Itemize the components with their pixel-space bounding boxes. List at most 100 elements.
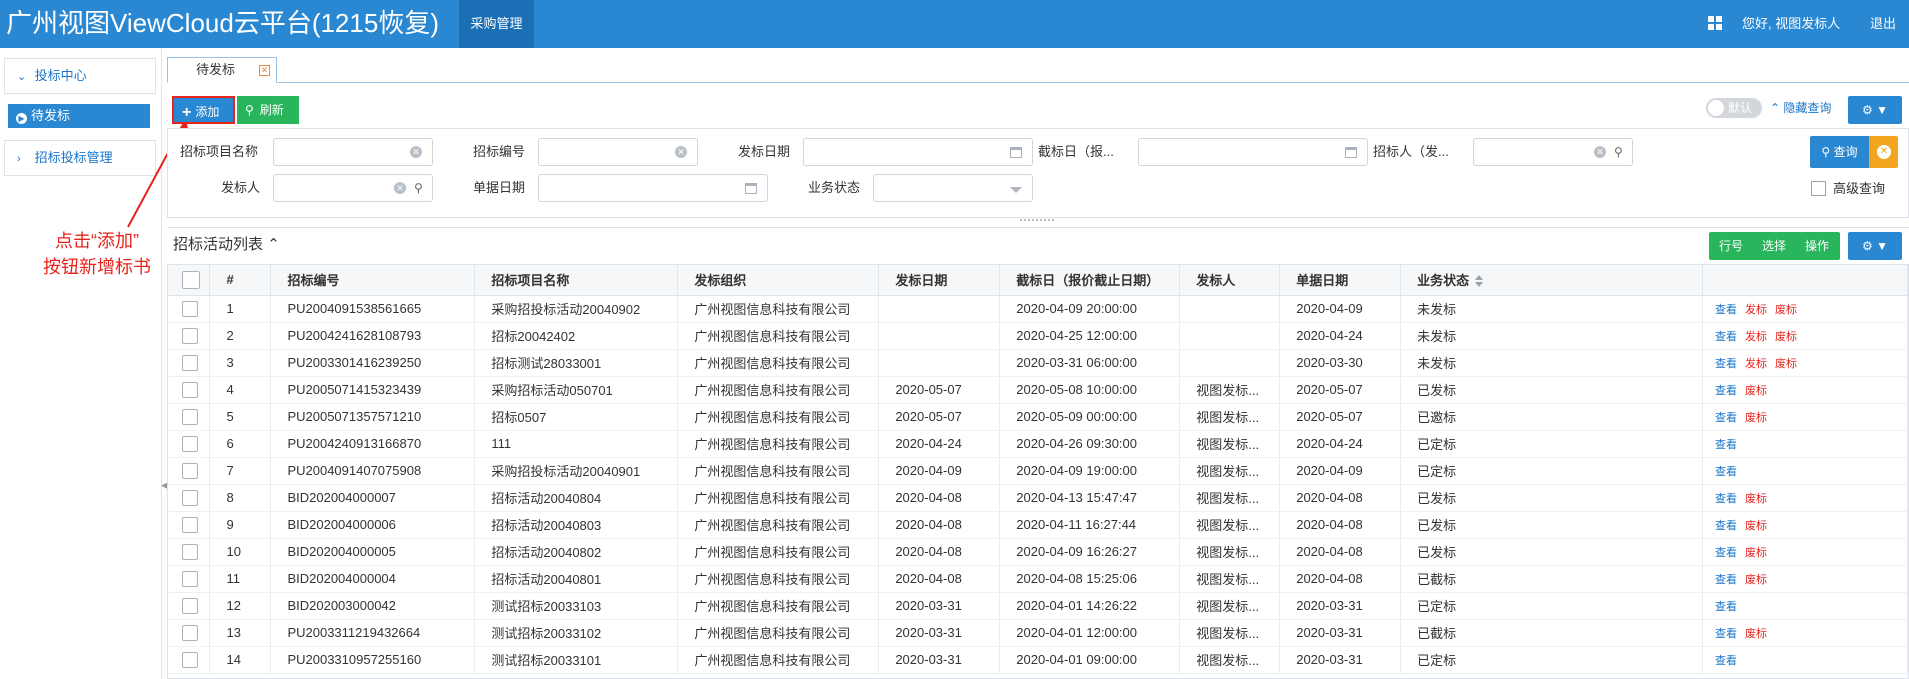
row-checkbox[interactable]: [182, 354, 198, 371]
row-checkbox-cell[interactable]: [168, 349, 211, 377]
calendar-icon[interactable]: [1345, 147, 1357, 158]
column-header-code[interactable]: 招标编号: [270, 265, 476, 296]
hide-query-link[interactable]: ⌃ 隐藏查询: [1770, 98, 1831, 118]
doc-date-picker[interactable]: [538, 174, 768, 202]
abolish-link[interactable]: 废标: [1745, 547, 1767, 559]
view-link[interactable]: 查看: [1715, 439, 1737, 451]
biz-status-select[interactable]: [873, 174, 1033, 202]
row-checkbox[interactable]: [182, 543, 198, 560]
row-checkbox[interactable]: [182, 327, 198, 344]
row-checkbox[interactable]: [182, 435, 198, 452]
view-link[interactable]: 查看: [1715, 385, 1737, 397]
view-link[interactable]: 查看: [1715, 493, 1737, 505]
clear-icon[interactable]: ✕: [394, 182, 406, 194]
column-header-deadline[interactable]: 截标日（报价截止日期）: [999, 265, 1181, 296]
row-checkbox-cell[interactable]: [168, 538, 211, 566]
table-row[interactable]: 6 PU2004240913166870 111 广州视图信息科技有限公司 2020-0…: [168, 430, 1908, 458]
panel-splitter[interactable]: [1020, 219, 1054, 224]
row-checkbox-cell[interactable]: [168, 484, 211, 512]
column-header-org[interactable]: 发标组织: [677, 265, 880, 296]
clear-icon[interactable]: ✕: [410, 146, 422, 158]
row-checkbox[interactable]: [182, 624, 198, 641]
row-checkbox[interactable]: [182, 462, 198, 479]
table-row[interactable]: 1 PU2004091538561665 采购招投标活动20040902 广州视图信息…: [168, 295, 1908, 323]
view-link[interactable]: 查看: [1715, 628, 1737, 640]
table-row[interactable]: 14 PU2003310957255160 测试招标20033101 广州视图信息科技…: [168, 646, 1908, 674]
column-header-doc-date[interactable]: 单据日期: [1279, 265, 1402, 296]
table-row[interactable]: 9 BID202004000006 招标活动20040803 广州视图信息科技有限公司…: [168, 511, 1908, 539]
table-row[interactable]: 8 BID202004000007 招标活动20040804 广州视图信息科技有限公司…: [168, 484, 1908, 512]
tab-pending-publish[interactable]: 待发标 ✕: [167, 57, 277, 83]
search-icon[interactable]: ⚲: [1614, 145, 1623, 159]
view-link[interactable]: 查看: [1715, 412, 1737, 424]
table-row[interactable]: 3 PU2003301416239250 招标测试28033001 广州视图信息科技有…: [168, 349, 1908, 377]
publish-link[interactable]: 发标: [1745, 358, 1767, 370]
row-checkbox-cell[interactable]: [168, 376, 211, 404]
operation-button[interactable]: 操作: [1805, 232, 1829, 260]
sort-icon[interactable]: [1475, 275, 1484, 288]
view-link[interactable]: 查看: [1715, 358, 1737, 370]
view-link[interactable]: 查看: [1715, 304, 1737, 316]
abolish-link[interactable]: 废标: [1745, 385, 1767, 397]
view-link[interactable]: 查看: [1715, 331, 1737, 343]
view-link[interactable]: 查看: [1715, 466, 1737, 478]
table-row[interactable]: 4 PU2005071415323439 采购招标活动050701 广州视图信息科技有…: [168, 376, 1908, 404]
sidebar-item-pending-publish[interactable]: ▶ 待发标: [8, 104, 150, 128]
project-name-input[interactable]: ✕: [273, 138, 433, 166]
row-checkbox-cell[interactable]: [168, 646, 211, 674]
search-icon[interactable]: ⚲: [414, 181, 423, 195]
view-link[interactable]: 查看: [1715, 655, 1737, 667]
row-checkbox[interactable]: [182, 408, 198, 425]
view-link[interactable]: 查看: [1715, 601, 1737, 613]
row-checkbox[interactable]: [182, 516, 198, 533]
sidebar-group-bid-management[interactable]: › 招标投标管理: [4, 140, 156, 176]
table-row[interactable]: 5 PU2005071357571210 招标0507 广州视图信息科技有限公司 202…: [168, 403, 1908, 431]
row-checkbox[interactable]: [182, 570, 198, 587]
clear-icon[interactable]: ✕: [1594, 146, 1606, 158]
row-checkbox-cell[interactable]: [168, 619, 211, 647]
publish-link[interactable]: 发标: [1745, 304, 1767, 316]
publish-link[interactable]: 发标: [1745, 331, 1767, 343]
settings-dropdown-button[interactable]: ⚙ ▼: [1848, 96, 1902, 124]
table-row[interactable]: 11 BID202004000004 招标活动20040801 广州视图信息科技有限公…: [168, 565, 1908, 593]
query-button[interactable]: ⚲ 查询: [1810, 136, 1869, 168]
apps-grid-icon[interactable]: [1708, 16, 1722, 30]
reset-button[interactable]: ✕: [1869, 136, 1898, 168]
default-view-toggle[interactable]: 默认: [1706, 98, 1762, 118]
add-button[interactable]: + 添加: [172, 96, 235, 124]
abolish-link[interactable]: 废标: [1745, 574, 1767, 586]
row-checkbox-cell[interactable]: [168, 565, 211, 593]
column-header-publisher[interactable]: 发标人: [1179, 265, 1281, 296]
row-checkbox[interactable]: [182, 489, 198, 506]
column-header-publish-date[interactable]: 发标日期: [878, 265, 1001, 296]
advanced-query-checkbox[interactable]: [1811, 181, 1826, 196]
refresh-button[interactable]: ⚲ 刷新: [237, 96, 299, 124]
view-link[interactable]: 查看: [1715, 574, 1737, 586]
row-checkbox-cell[interactable]: [168, 403, 211, 431]
column-header-name[interactable]: 招标项目名称: [474, 265, 679, 296]
select-all-checkbox[interactable]: [182, 270, 200, 289]
abolish-link[interactable]: 废标: [1775, 331, 1797, 343]
table-row[interactable]: 2 PU2004241628108793 招标20042402 广州视图信息科技有限公…: [168, 322, 1908, 350]
row-checkbox-cell[interactable]: [168, 295, 211, 323]
list-settings-dropdown-button[interactable]: ⚙ ▼: [1848, 232, 1902, 260]
select-all-checkbox-cell[interactable]: [168, 265, 211, 296]
row-checkbox-cell[interactable]: [168, 592, 211, 620]
select-button[interactable]: 选择: [1762, 232, 1786, 260]
row-checkbox[interactable]: [182, 381, 198, 398]
abolish-link[interactable]: 废标: [1745, 412, 1767, 424]
clear-icon[interactable]: ✕: [675, 146, 687, 158]
table-row[interactable]: 7 PU2004091407075908 采购招投标活动20040901 广州视图信息…: [168, 457, 1908, 485]
table-row[interactable]: 12 BID202003000042 测试招标20033103 广州视图信息科技有限公…: [168, 592, 1908, 620]
row-checkbox-cell[interactable]: [168, 322, 211, 350]
abolish-link[interactable]: 废标: [1745, 493, 1767, 505]
bid-no-input[interactable]: ✕: [538, 138, 698, 166]
table-row[interactable]: 13 PU2003311219432664 测试招标20033102 广州视图信息科技…: [168, 619, 1908, 647]
column-header-status[interactable]: 业务状态: [1400, 265, 1703, 296]
deadline-date-picker[interactable]: [1138, 138, 1368, 166]
row-number-button[interactable]: 行号: [1719, 232, 1743, 260]
row-checkbox[interactable]: [182, 597, 198, 614]
row-checkbox[interactable]: [182, 300, 198, 317]
sidebar-group-bid-center[interactable]: ⌄ 投标中心: [4, 58, 156, 94]
logout-link[interactable]: 退出: [1870, 0, 1896, 48]
